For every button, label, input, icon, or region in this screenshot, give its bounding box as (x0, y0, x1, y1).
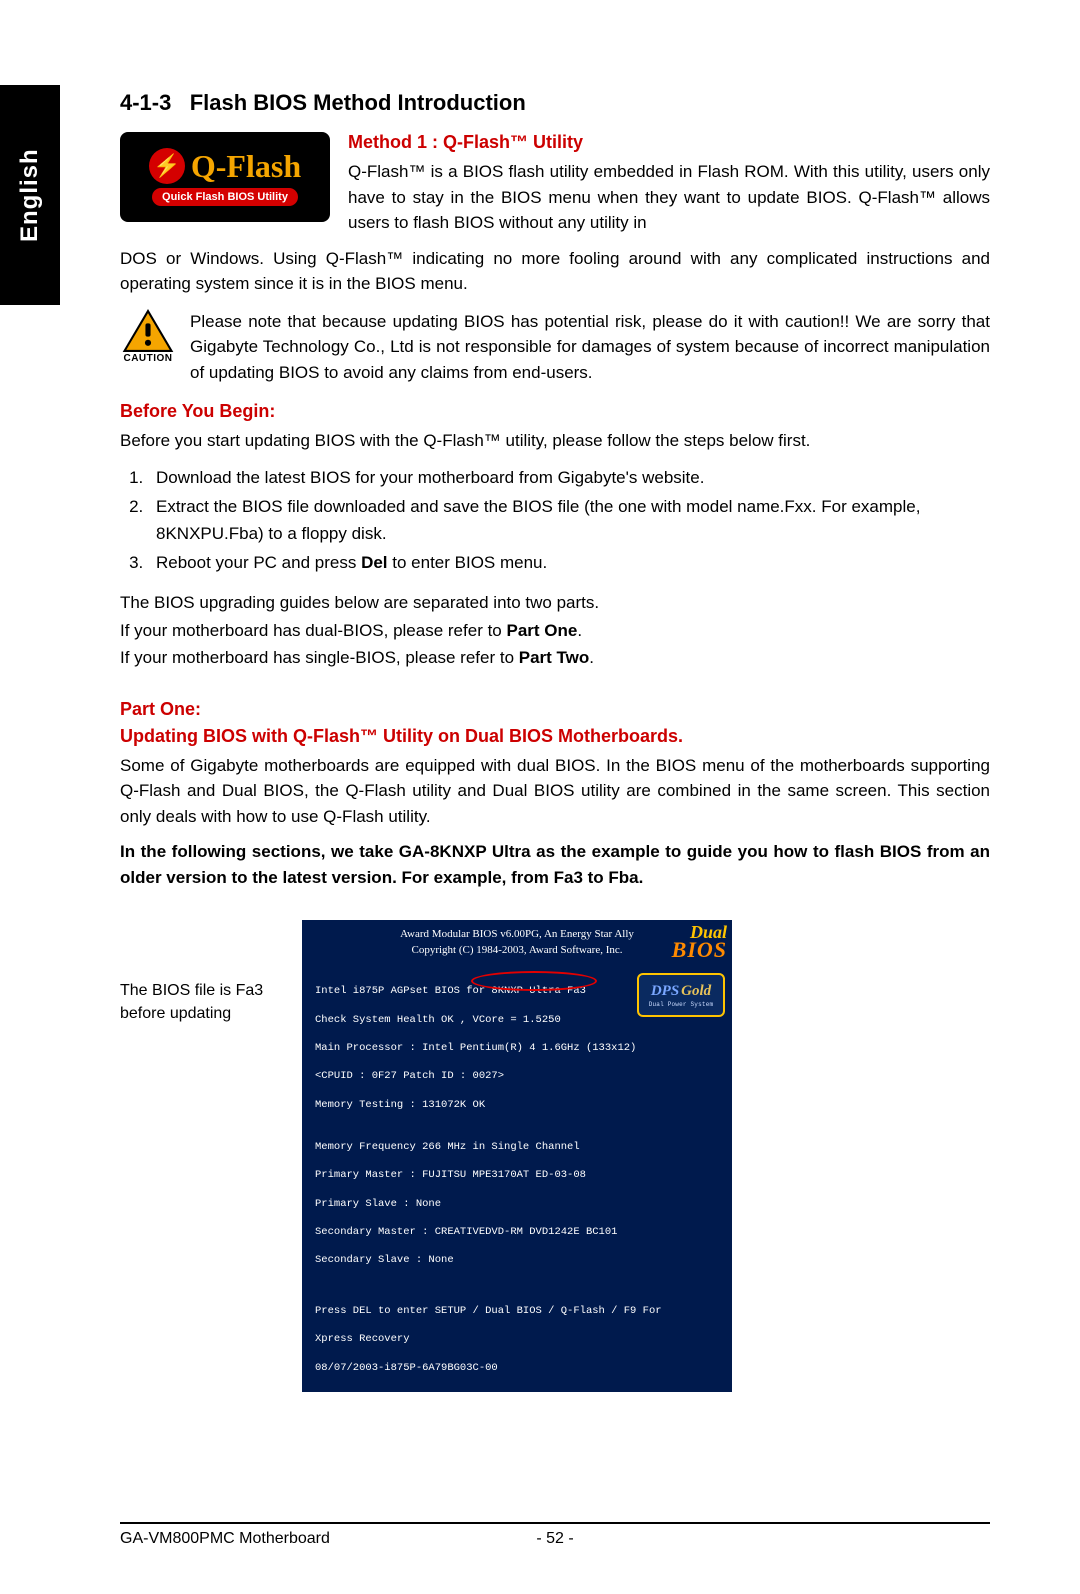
bios-line: Secondary Slave : None (315, 1254, 454, 1266)
before-paragraph: Before you start updating BIOS with the … (120, 428, 990, 454)
bios-line: Check System Health OK , VCore = 1.5250 (315, 1014, 561, 1026)
qflash-logo-subtitle: Quick Flash BIOS Utility (152, 188, 298, 206)
guide-note-2c: . (577, 621, 582, 640)
part-one-ref: Part One (506, 621, 577, 640)
bios-line: Primary Slave : None (315, 1198, 441, 1210)
page-footer: GA-VM800PMC Motherboard - 52 - (120, 1522, 990, 1554)
step-item: Reboot your PC and press Del to enter BI… (148, 549, 990, 576)
bios-line: <CPUID : 0F27 Patch ID : 0027> (315, 1070, 504, 1082)
method-block: Method 1 : Q-Flash™ Utility Q-Flash™ is … (348, 132, 990, 236)
bios-footer: Press DEL to enter SETUP / Dual BIOS / Q… (303, 1268, 731, 1381)
bios-head-2: Copyright (C) 1984-2003, Award Software,… (411, 944, 622, 956)
bios-header: Award Modular BIOS v6.00PG, An Energy St… (303, 921, 731, 966)
dual-bios-badge: Dual BIOS (672, 925, 727, 959)
part-one-paragraph: Some of Gigabyte motherboards are equipp… (120, 753, 990, 830)
page-container: English 4-1-3 Flash BIOS Method Introduc… (0, 0, 1080, 1594)
bios-foot-line: Xpress Recovery (315, 1333, 410, 1345)
bios-line: Primary Master : FUJITSU MPE3170AT ED-03… (315, 1169, 586, 1181)
section-number: 4-1-3 (120, 90, 171, 115)
guide-note-3a: If your motherboard has single-BIOS, ple… (120, 648, 519, 667)
guide-note-1: The BIOS upgrading guides below are sepa… (120, 590, 990, 616)
step-item: Extract the BIOS file downloaded and sav… (148, 493, 990, 547)
method-title: Method 1 : Q-Flash™ Utility (348, 132, 990, 153)
bios-foot-line: Press DEL to enter SETUP / Dual BIOS / Q… (315, 1305, 662, 1317)
guide-note-3c: . (589, 648, 594, 667)
dps-gold-badge: DPSGold Dual Power System (637, 973, 725, 1017)
language-tab: English (0, 85, 60, 305)
intro-paragraph-inline: Q-Flash™ is a BIOS flash utility embedde… (348, 159, 990, 236)
footer-page-number: - 52 - (536, 1530, 573, 1548)
dps-gold: Gold (681, 983, 711, 999)
figure-row: The BIOS file is Fa3 before updating Dua… (120, 920, 990, 1391)
bios-line: Memory Frequency 266 MHz in Single Chann… (315, 1141, 580, 1153)
before-heading: Before You Begin: (120, 401, 990, 422)
lightning-icon: ⚡ (149, 148, 185, 184)
bios-line: Memory Testing : 131072K OK (315, 1099, 485, 1111)
caution-label: CAUTION (123, 353, 172, 364)
qflash-logo-main: ⚡ Q-Flash (149, 148, 301, 184)
dps-sub: Dual Power System (649, 1001, 714, 1009)
steps-list: Download the latest BIOS for your mother… (148, 464, 990, 577)
step-item: Download the latest BIOS for your mother… (148, 464, 990, 491)
bios-foot-line: 08/07/2003-i875P-6A79BG03C-00 (315, 1362, 498, 1374)
part-one-subheading: Updating BIOS with Q-Flash™ Utility on D… (120, 726, 990, 747)
part-one-heading: Part One: (120, 699, 990, 720)
del-key: Del (361, 553, 387, 572)
warning-triangle-icon (122, 309, 174, 353)
content-area: 4-1-3 Flash BIOS Method Introduction ⚡ Q… (120, 90, 990, 1554)
dps-main: DPS (651, 983, 679, 999)
guide-note-3: If your motherboard has single-BIOS, ple… (120, 645, 990, 671)
guide-note-2: If your motherboard has dual-BIOS, pleas… (120, 618, 990, 644)
intro-paragraph-continued: DOS or Windows. Using Q-Flash™ indicatin… (120, 246, 990, 297)
caution-icon: CAUTION (120, 309, 176, 364)
dual-bios-bottom: BIOS (672, 937, 727, 962)
guide-note-2a: If your motherboard has dual-BIOS, pleas… (120, 621, 506, 640)
bios-line: Secondary Master : CREATIVEDVD-RM DVD124… (315, 1226, 617, 1238)
section-heading: 4-1-3 Flash BIOS Method Introduction (120, 90, 990, 116)
footer-model: GA-VM800PMC Motherboard (120, 1530, 330, 1547)
figure-caption: The BIOS file is Fa3 before updating (120, 920, 280, 1025)
bios-screenshot: Dual BIOS DPSGold Dual Power System Awar… (302, 920, 732, 1391)
caution-block: CAUTION Please note that because updatin… (120, 309, 990, 386)
part-one-bold-note: In the following sections, we take GA-8K… (120, 839, 990, 890)
bios-line: Main Processor : Intel Pentium(R) 4 1.6G… (315, 1042, 636, 1054)
bios-head-1: Award Modular BIOS v6.00PG, An Energy St… (400, 928, 634, 940)
section-title-text: Flash BIOS Method Introduction (190, 90, 526, 115)
qflash-logo: ⚡ Q-Flash Quick Flash BIOS Utility (120, 132, 330, 222)
bios-line: Intel i875P AGPset BIOS for 8KNXP Ultra … (315, 985, 586, 997)
intro-row: ⚡ Q-Flash Quick Flash BIOS Utility Metho… (120, 132, 990, 236)
part-two-ref: Part Two (519, 648, 590, 667)
qflash-logo-text: Q-Flash (191, 150, 301, 182)
caution-text: Please note that because updating BIOS h… (190, 309, 990, 386)
